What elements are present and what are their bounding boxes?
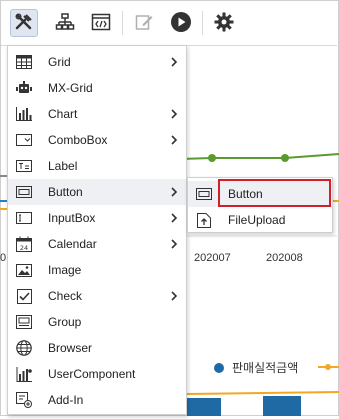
- menu-item-label: ComboBox: [48, 133, 108, 147]
- menu-item-label: Browser: [48, 341, 93, 355]
- x-axis-label: 0: [0, 252, 7, 264]
- legend-orange-marker: [325, 364, 331, 370]
- tools-button[interactable]: [10, 9, 38, 37]
- menu-item-check[interactable]: Check: [8, 283, 186, 309]
- menu-item-group[interactable]: Group: [8, 309, 186, 335]
- bar: [187, 398, 221, 416]
- menu-item-chart[interactable]: Chart: [8, 101, 186, 127]
- user-component-icon: [16, 366, 32, 382]
- chevron-right-icon: [170, 289, 178, 303]
- green-series-line: [179, 153, 339, 160]
- x-axis-label: 202007: [194, 252, 231, 264]
- menu-item-label: Chart: [48, 107, 78, 121]
- calendar-icon: 24: [16, 236, 32, 252]
- menu-item-label-component[interactable]: Label: [8, 153, 186, 179]
- sitemap-button[interactable]: [51, 9, 79, 37]
- menu-item-button[interactable]: Button: [8, 179, 186, 205]
- submenu-item-button[interactable]: Button: [188, 181, 332, 207]
- toolbar-separator: [202, 11, 203, 35]
- settings-button[interactable]: [210, 9, 238, 37]
- button-icon: [196, 186, 212, 202]
- label-icon: [16, 158, 32, 174]
- menu-item-label: InputBox: [48, 211, 96, 225]
- menu-item-image[interactable]: Image: [8, 257, 186, 283]
- add-in-icon: [16, 392, 32, 408]
- sitemap-icon: [55, 12, 75, 35]
- check-icon: [16, 288, 32, 304]
- toolbar-separator: [122, 11, 123, 35]
- chart-icon: [16, 106, 32, 122]
- play-button[interactable]: [167, 9, 195, 37]
- chevron-right-icon: [170, 107, 178, 121]
- menu-item-calendar[interactable]: 24 Calendar: [8, 231, 186, 257]
- menu-item-add-in[interactable]: Add-In: [8, 387, 186, 413]
- submenu-item-file-upload[interactable]: FileUpload: [188, 207, 332, 233]
- menu-item-label: Group: [48, 315, 82, 329]
- menu-item-label: Calendar: [48, 237, 97, 251]
- menu-item-label: MX-Grid: [48, 81, 93, 95]
- edit-button[interactable]: [130, 9, 158, 37]
- toolbar: [1, 1, 337, 46]
- component-menu: Grid MX-Grid Chart ComboBox Label Button…: [7, 45, 187, 415]
- button-icon: [16, 184, 32, 200]
- bar: [263, 396, 301, 416]
- legend-dot: [214, 362, 224, 373]
- menu-item-mx-grid[interactable]: MX-Grid: [8, 75, 186, 101]
- menu-item-grid[interactable]: Grid: [8, 49, 186, 75]
- mx-grid-icon: [16, 80, 32, 96]
- menu-item-user-component[interactable]: UserComponent: [8, 361, 186, 387]
- file-upload-icon: [196, 212, 212, 228]
- combobox-icon: [16, 132, 32, 148]
- grid-icon: [16, 54, 32, 70]
- chevron-right-icon: [170, 237, 178, 251]
- x-axis-label: 202008: [266, 252, 303, 264]
- code-window-icon: [91, 12, 111, 35]
- menu-item-inputbox[interactable]: InputBox: [8, 205, 186, 231]
- play-icon: [170, 11, 192, 36]
- menu-item-combobox[interactable]: ComboBox: [8, 127, 186, 153]
- chevron-right-icon: [170, 185, 178, 199]
- legend-item: 판매실적금액: [214, 359, 298, 376]
- svg-text:24: 24: [20, 244, 28, 252]
- legend-label: 판매실적금액: [232, 361, 299, 375]
- button-submenu: Button FileUpload: [187, 177, 333, 233]
- green-point: [281, 154, 289, 162]
- globe-icon: [16, 340, 32, 356]
- submenu-item-label: FileUpload: [228, 213, 286, 227]
- edit-icon: [134, 12, 154, 35]
- menu-item-label: Check: [48, 289, 83, 303]
- menu-item-label: Button: [48, 185, 83, 199]
- menu-item-label: Label: [48, 159, 78, 173]
- chevron-right-icon: [170, 211, 178, 225]
- image-icon: [16, 262, 32, 278]
- menu-item-label: UserComponent: [48, 367, 136, 381]
- gear-icon: [213, 11, 235, 36]
- menu-item-label: Add-In: [48, 393, 84, 407]
- orange-series-line-bottom: [186, 391, 339, 395]
- menu-item-label: Grid: [48, 55, 71, 69]
- submenu-item-label: Button: [228, 187, 263, 201]
- inputbox-icon: [16, 210, 32, 226]
- group-icon: [16, 314, 32, 330]
- menu-item-label: Image: [48, 263, 82, 277]
- chevron-right-icon: [170, 55, 178, 69]
- chevron-right-icon: [170, 133, 178, 147]
- tools-icon: [14, 12, 34, 35]
- code-window-button[interactable]: [87, 9, 115, 37]
- green-point: [208, 154, 216, 162]
- menu-item-browser[interactable]: Browser: [8, 335, 186, 361]
